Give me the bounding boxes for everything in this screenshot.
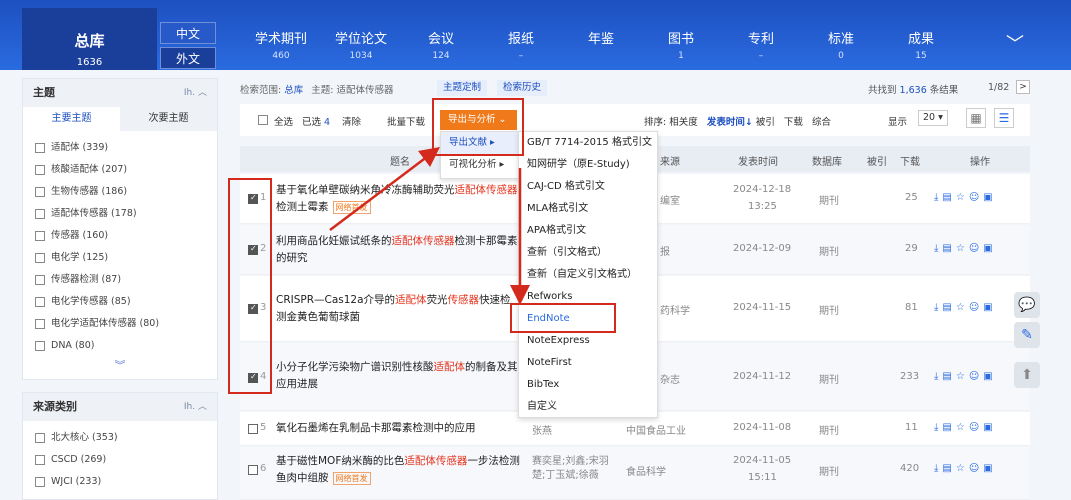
arrow-to-export bbox=[329, 146, 440, 231]
annotation-arrows bbox=[329, 146, 530, 305]
edit-icon[interactable]: ✎ bbox=[1014, 322, 1040, 348]
back-to-top-icon[interactable]: ⬆ bbox=[1014, 362, 1040, 388]
feedback-icon[interactable]: 💬 bbox=[1014, 292, 1040, 318]
